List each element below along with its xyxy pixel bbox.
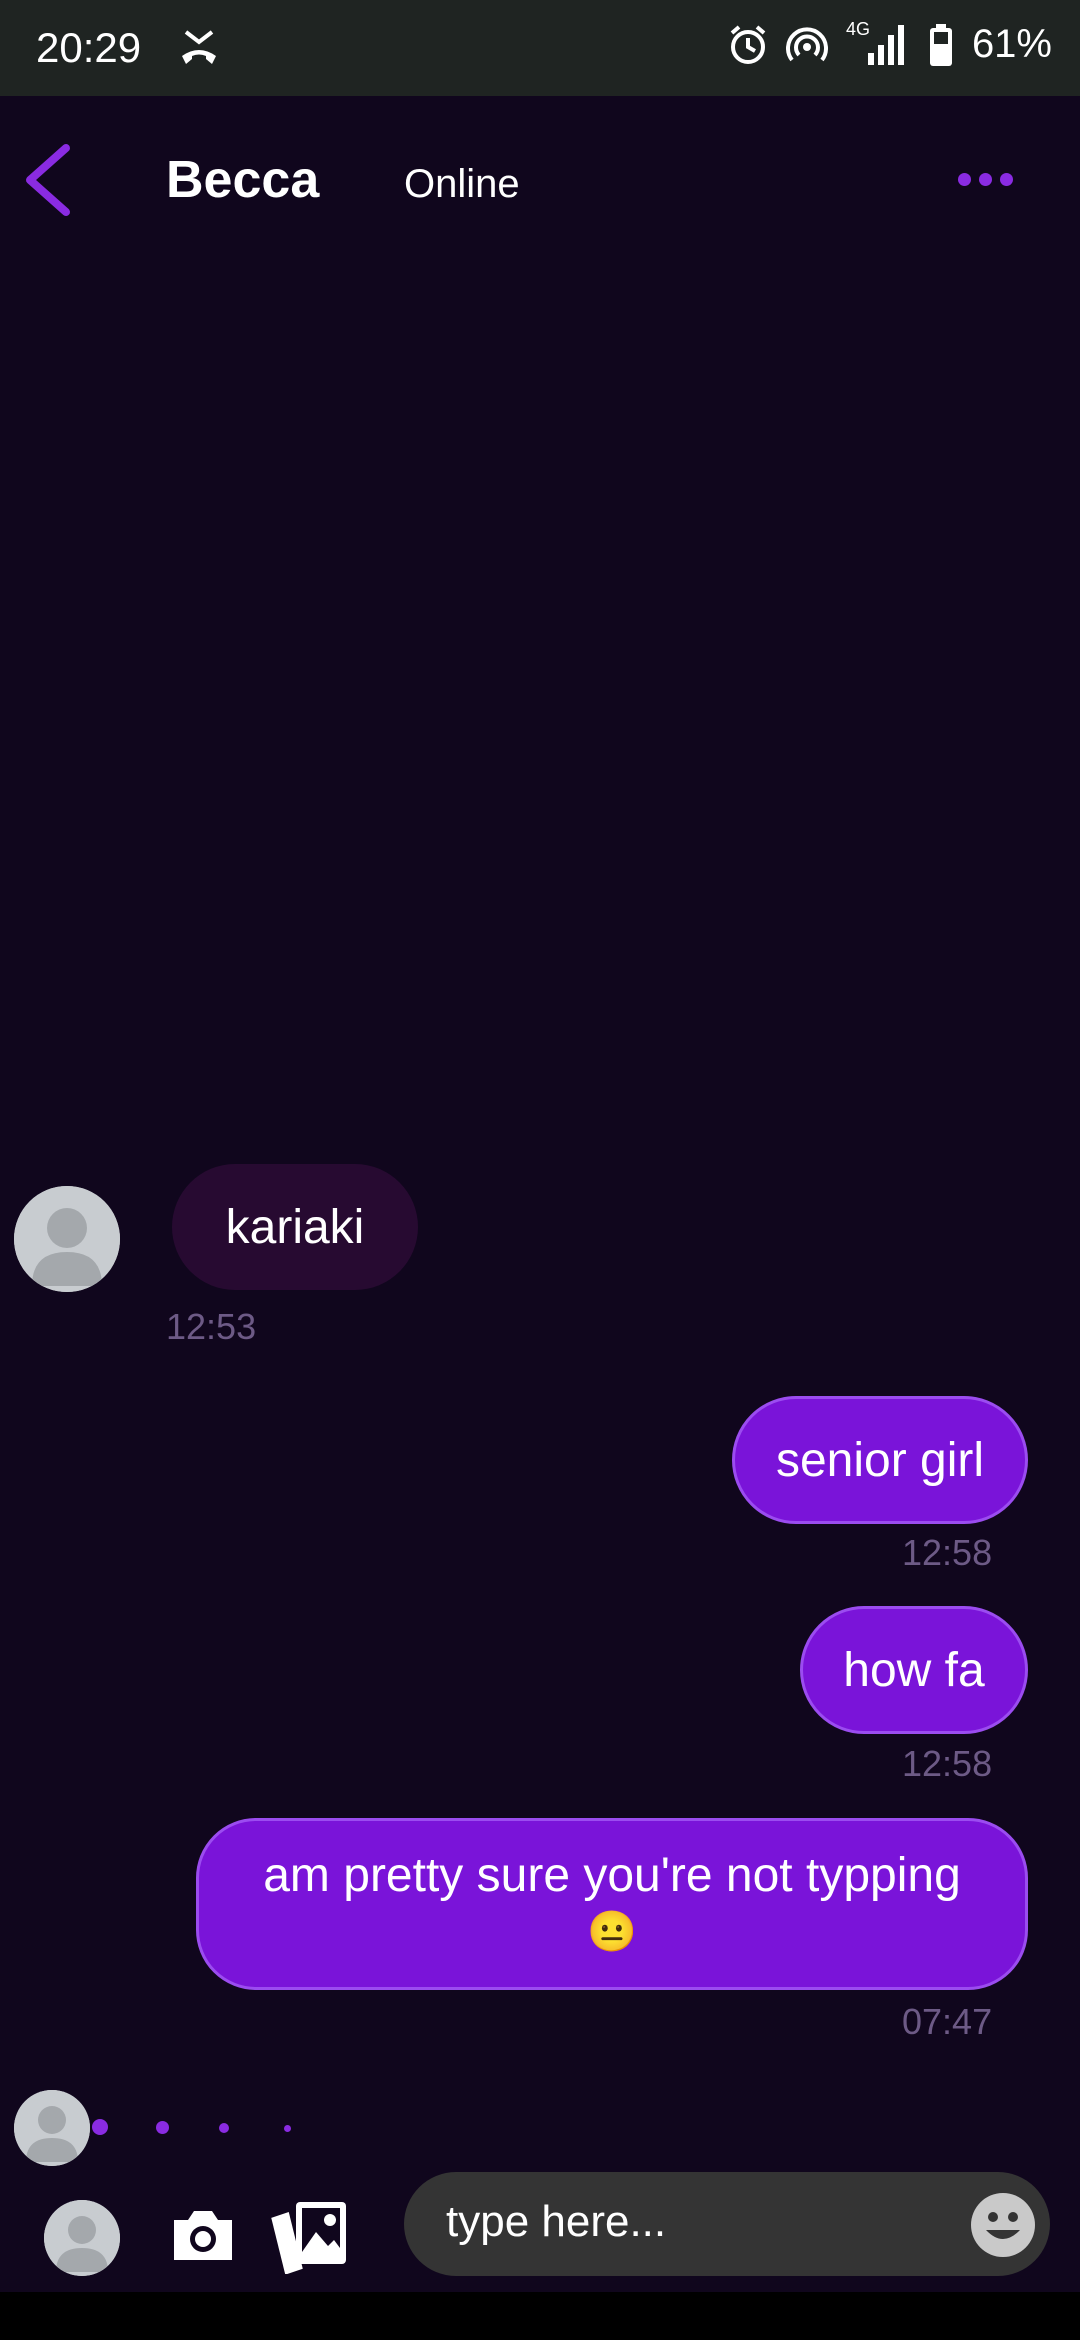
typing-dot <box>92 2119 108 2135</box>
message-bubble-incoming[interactable]: kariaki <box>172 1164 418 1290</box>
message-text: am pretty sure you're not typping <box>263 1849 961 1902</box>
message-bubble-outgoing[interactable]: senior girl <box>732 1396 1028 1524</box>
message-text: kariaki <box>225 1200 365 1254</box>
status-bar: 20:29 4G 61% <box>0 0 1080 96</box>
hotspot-icon <box>786 26 828 61</box>
typing-dot <box>156 2121 169 2134</box>
message-text: how fa <box>843 1643 985 1697</box>
message-timestamp: 12:58 <box>902 1743 993 1784</box>
typing-avatar <box>14 2090 90 2166</box>
typing-dot <box>284 2125 291 2132</box>
missed-call-icon <box>178 26 220 73</box>
system-nav-bar <box>0 2292 1080 2340</box>
more-icon <box>958 172 971 186</box>
message-timestamp: 12:53 <box>166 1306 257 1347</box>
message-text: senior girl <box>775 1433 985 1487</box>
more-options-button[interactable] <box>958 164 1022 194</box>
contact-name[interactable]: Becca <box>166 150 319 210</box>
emoji: 😐 <box>587 1910 637 1954</box>
message-timestamp: 12:58 <box>902 1532 993 1573</box>
emoji-icon <box>971 2193 1035 2257</box>
my-avatar[interactable] <box>44 2200 120 2276</box>
status-time: 20:29 <box>36 24 142 71</box>
typing-dot <box>219 2123 229 2133</box>
contact-avatar[interactable] <box>14 1186 120 1292</box>
status-icons: 4G 61% <box>728 19 1052 67</box>
gallery-icon <box>271 2202 346 2275</box>
camera-icon <box>174 2211 232 2260</box>
presence-status: Online <box>404 162 520 206</box>
message-input[interactable] <box>444 2196 968 2248</box>
back-icon <box>26 144 70 216</box>
message-bubble-outgoing[interactable]: am pretty sure you're not typping 😐 <box>196 1818 1028 1990</box>
camera-button[interactable] <box>170 2206 236 2264</box>
gallery-button[interactable] <box>270 2198 350 2275</box>
alarm-icon <box>730 24 766 64</box>
message-bubble-outgoing[interactable]: how fa <box>800 1606 1028 1734</box>
battery-icon <box>929 23 952 66</box>
back-button[interactable] <box>18 140 78 220</box>
emoji-button[interactable] <box>970 2192 1036 2263</box>
battery-percentage: 61% <box>971 22 1052 66</box>
signal-icon: 4G <box>846 19 910 67</box>
message-timestamp: 07:47 <box>902 2001 993 2042</box>
